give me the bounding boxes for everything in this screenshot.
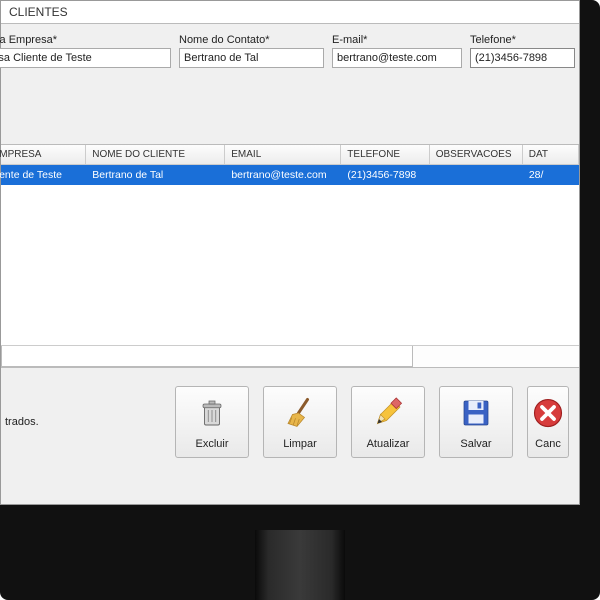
- monitor-stand: [255, 530, 345, 600]
- limpar-label: Limpar: [283, 438, 317, 450]
- empresa-label: Nome da Empresa*: [0, 34, 171, 46]
- atualizar-button[interactable]: Atualizar: [351, 386, 425, 458]
- trash-icon: [194, 395, 230, 434]
- empresa-input[interactable]: [0, 48, 171, 68]
- cell-email: bertrano@teste.com: [225, 168, 341, 182]
- save-icon: [458, 395, 494, 434]
- cancel-icon: [530, 395, 566, 434]
- toolbar: trados. Excluir Limpar Atualizar: [1, 368, 579, 458]
- col-cliente[interactable]: NOME DO CLIENTE: [86, 145, 225, 164]
- pencil-icon: [370, 395, 406, 434]
- cell-cliente: Bertrano de Tal: [86, 168, 225, 182]
- atualizar-label: Atualizar: [367, 438, 410, 450]
- telefone-input[interactable]: [470, 48, 575, 68]
- telefone-label: Telefone*: [470, 34, 575, 46]
- limpar-button[interactable]: Limpar: [263, 386, 337, 458]
- col-data[interactable]: DAT: [523, 145, 579, 164]
- email-input[interactable]: [332, 48, 462, 68]
- contato-label: Nome do Contato*: [179, 34, 324, 46]
- cancelar-button[interactable]: Canc: [527, 386, 569, 458]
- cell-empresa: esa Cliente de Teste: [0, 168, 86, 182]
- grid-header: E DA EMPRESA NOME DO CLIENTE EMAIL TELEF…: [1, 145, 579, 165]
- cell-data: 28/: [523, 168, 579, 182]
- monitor-bezel: CLIENTES Nome da Empresa* Nome do Contat…: [0, 0, 600, 600]
- col-obs[interactable]: OBSERVACOES: [430, 145, 523, 164]
- cell-obs: [430, 168, 523, 182]
- grid-filter-bar: [1, 345, 579, 367]
- grid-body[interactable]: esa Cliente de Teste Bertrano de Tal ber…: [1, 165, 579, 345]
- salvar-label: Salvar: [460, 438, 491, 450]
- cancelar-label: Canc: [535, 438, 561, 450]
- salvar-button[interactable]: Salvar: [439, 386, 513, 458]
- col-telefone[interactable]: TELEFONE: [341, 145, 429, 164]
- window-title: CLIENTES: [1, 1, 579, 24]
- clients-grid: E DA EMPRESA NOME DO CLIENTE EMAIL TELEF…: [1, 144, 579, 368]
- col-email[interactable]: EMAIL: [225, 145, 341, 164]
- broom-icon: [282, 395, 318, 434]
- contato-input[interactable]: [179, 48, 324, 68]
- excluir-label: Excluir: [195, 438, 228, 450]
- app-window: CLIENTES Nome da Empresa* Nome do Contat…: [0, 0, 580, 505]
- status-text: trados.: [1, 416, 39, 428]
- cell-telefone: (21)3456-7898: [341, 168, 429, 182]
- email-label: E-mail*: [332, 34, 462, 46]
- col-empresa[interactable]: E DA EMPRESA: [0, 145, 86, 164]
- excluir-button[interactable]: Excluir: [175, 386, 249, 458]
- client-form: Nome da Empresa* Nome do Contato* E-mail…: [1, 24, 579, 74]
- grid-filter-input[interactable]: [1, 346, 413, 367]
- table-row[interactable]: esa Cliente de Teste Bertrano de Tal ber…: [1, 165, 579, 185]
